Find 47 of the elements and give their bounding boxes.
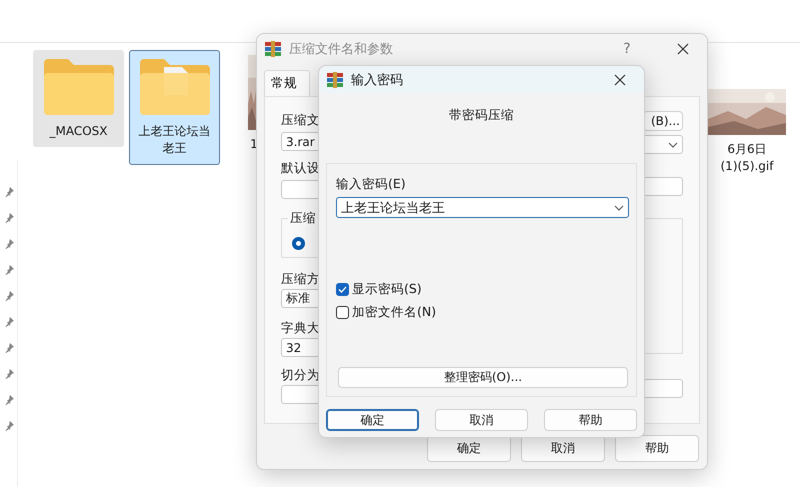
pin-icon[interactable]	[4, 187, 14, 197]
pin-icon[interactable]	[4, 265, 14, 275]
file-item[interactable]: _MACOSX	[33, 50, 124, 148]
pin-icon[interactable]	[4, 213, 14, 223]
dialog-button[interactable]: 帮助	[544, 409, 637, 431]
pin-icon[interactable]	[4, 421, 14, 431]
folder-with-files-icon	[138, 57, 212, 117]
pin-icon[interactable]	[4, 395, 14, 405]
archive-app-icon	[327, 72, 343, 88]
pin-icon[interactable]	[4, 239, 14, 249]
window-title: 输入密码	[351, 72, 404, 88]
field-label: 输入密码(E)	[336, 176, 407, 193]
archive-app-icon	[265, 41, 281, 57]
file-item[interactable]: 6月6日 (1)(5).gif	[704, 82, 790, 183]
close-icon	[677, 43, 689, 55]
chevron-icon	[614, 204, 624, 210]
folder-icon	[42, 57, 116, 117]
browse-button[interactable]: (B)...	[643, 111, 683, 131]
dialog-button[interactable]: 帮助	[615, 435, 699, 462]
radio-button[interactable]	[292, 236, 305, 250]
pin-icon[interactable]	[4, 291, 14, 301]
close-icon	[614, 74, 626, 86]
file-item[interactable]: 上老王论坛当 老王	[129, 50, 220, 165]
help-button[interactable]: ?	[613, 38, 641, 60]
chevron-icon	[668, 142, 678, 148]
checkbox[interactable]	[336, 306, 349, 319]
pin-icon[interactable]	[4, 343, 14, 353]
file-name: 6月6日 (1)(5).gif	[720, 141, 774, 176]
profile-dropdown[interactable]	[643, 177, 683, 196]
split-dropdown[interactable]	[643, 379, 683, 398]
window-title: 压缩文件名和参数	[289, 41, 394, 58]
pin-icon[interactable]	[4, 317, 14, 327]
file-name: _MACOSX	[49, 123, 108, 140]
pin-icon[interactable]	[4, 369, 14, 379]
dialog-button[interactable]: 确定	[326, 409, 419, 431]
dialog-heading: 带密码压缩	[449, 107, 514, 124]
field-label: 默认设	[281, 160, 320, 177]
tab[interactable]: 常规	[264, 70, 310, 96]
checkbox[interactable]	[336, 283, 349, 296]
archive-name-dropdown[interactable]	[643, 135, 683, 154]
organize-passwords-button[interactable]: 整理密码(O)...	[338, 367, 628, 388]
password-field[interactable]: 上老王论坛当老王	[336, 197, 629, 218]
file-name: 1	[250, 136, 258, 153]
dialog-button[interactable]: 取消	[435, 409, 528, 431]
file-name: 上老王论坛当 老王	[138, 123, 210, 158]
field-label: 压缩方	[281, 271, 320, 288]
field-label: 压缩文	[281, 112, 320, 129]
